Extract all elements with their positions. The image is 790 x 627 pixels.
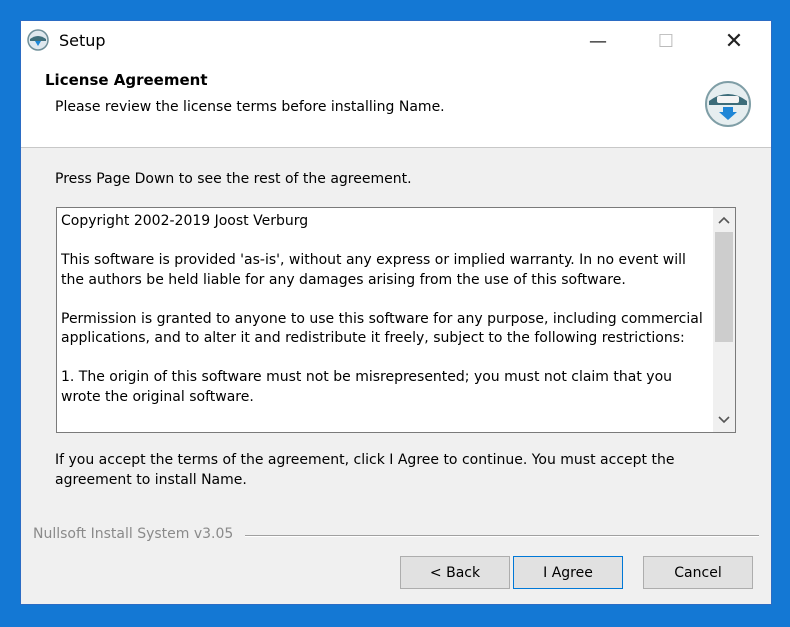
maximize-button[interactable]: ☐ [643,21,689,61]
license-paragraph: This software is provided 'as-is', witho… [61,252,686,288]
chevron-up-icon[interactable] [713,210,735,230]
footer-divider [245,535,759,537]
license-paragraph: 1. The origin of this software must not … [61,369,673,405]
instruction-text: Press Page Down to see the rest of the a… [55,171,412,187]
agree-button[interactable]: I Agree [513,556,623,589]
vertical-scrollbar[interactable] [713,208,735,432]
window-title: Setup [59,31,106,50]
page-header: License Agreement Please review the lice… [21,61,771,148]
license-textbox[interactable]: Copyright 2002-2019 Joost Verburg This s… [56,207,736,433]
nsis-logo-icon [705,81,751,127]
page-subtitle: Please review the license terms before i… [55,99,445,115]
scroll-thumb[interactable] [715,232,733,342]
license-paragraph: Permission is granted to anyone to use t… [61,310,703,347]
chevron-down-icon[interactable] [713,410,735,430]
license-paragraph: Copyright 2002-2019 Joost Verburg [61,213,309,229]
cancel-button[interactable]: Cancel [643,556,753,589]
page-title: License Agreement [45,71,208,89]
installer-icon [27,29,49,51]
back-button[interactable]: < Back [400,556,510,589]
accept-instruction: If you accept the terms of the agreement… [55,452,675,488]
installer-brand: Nullsoft Install System v3.05 [33,526,234,542]
title-bar[interactable]: Setup — ☐ ✕ [21,21,771,61]
minimize-button[interactable]: — [575,21,621,61]
close-button[interactable]: ✕ [711,21,757,61]
setup-window: Setup — ☐ ✕ License Agreement Please rev… [20,20,772,605]
license-text[interactable]: Copyright 2002-2019 Joost Verburg This s… [61,212,707,428]
